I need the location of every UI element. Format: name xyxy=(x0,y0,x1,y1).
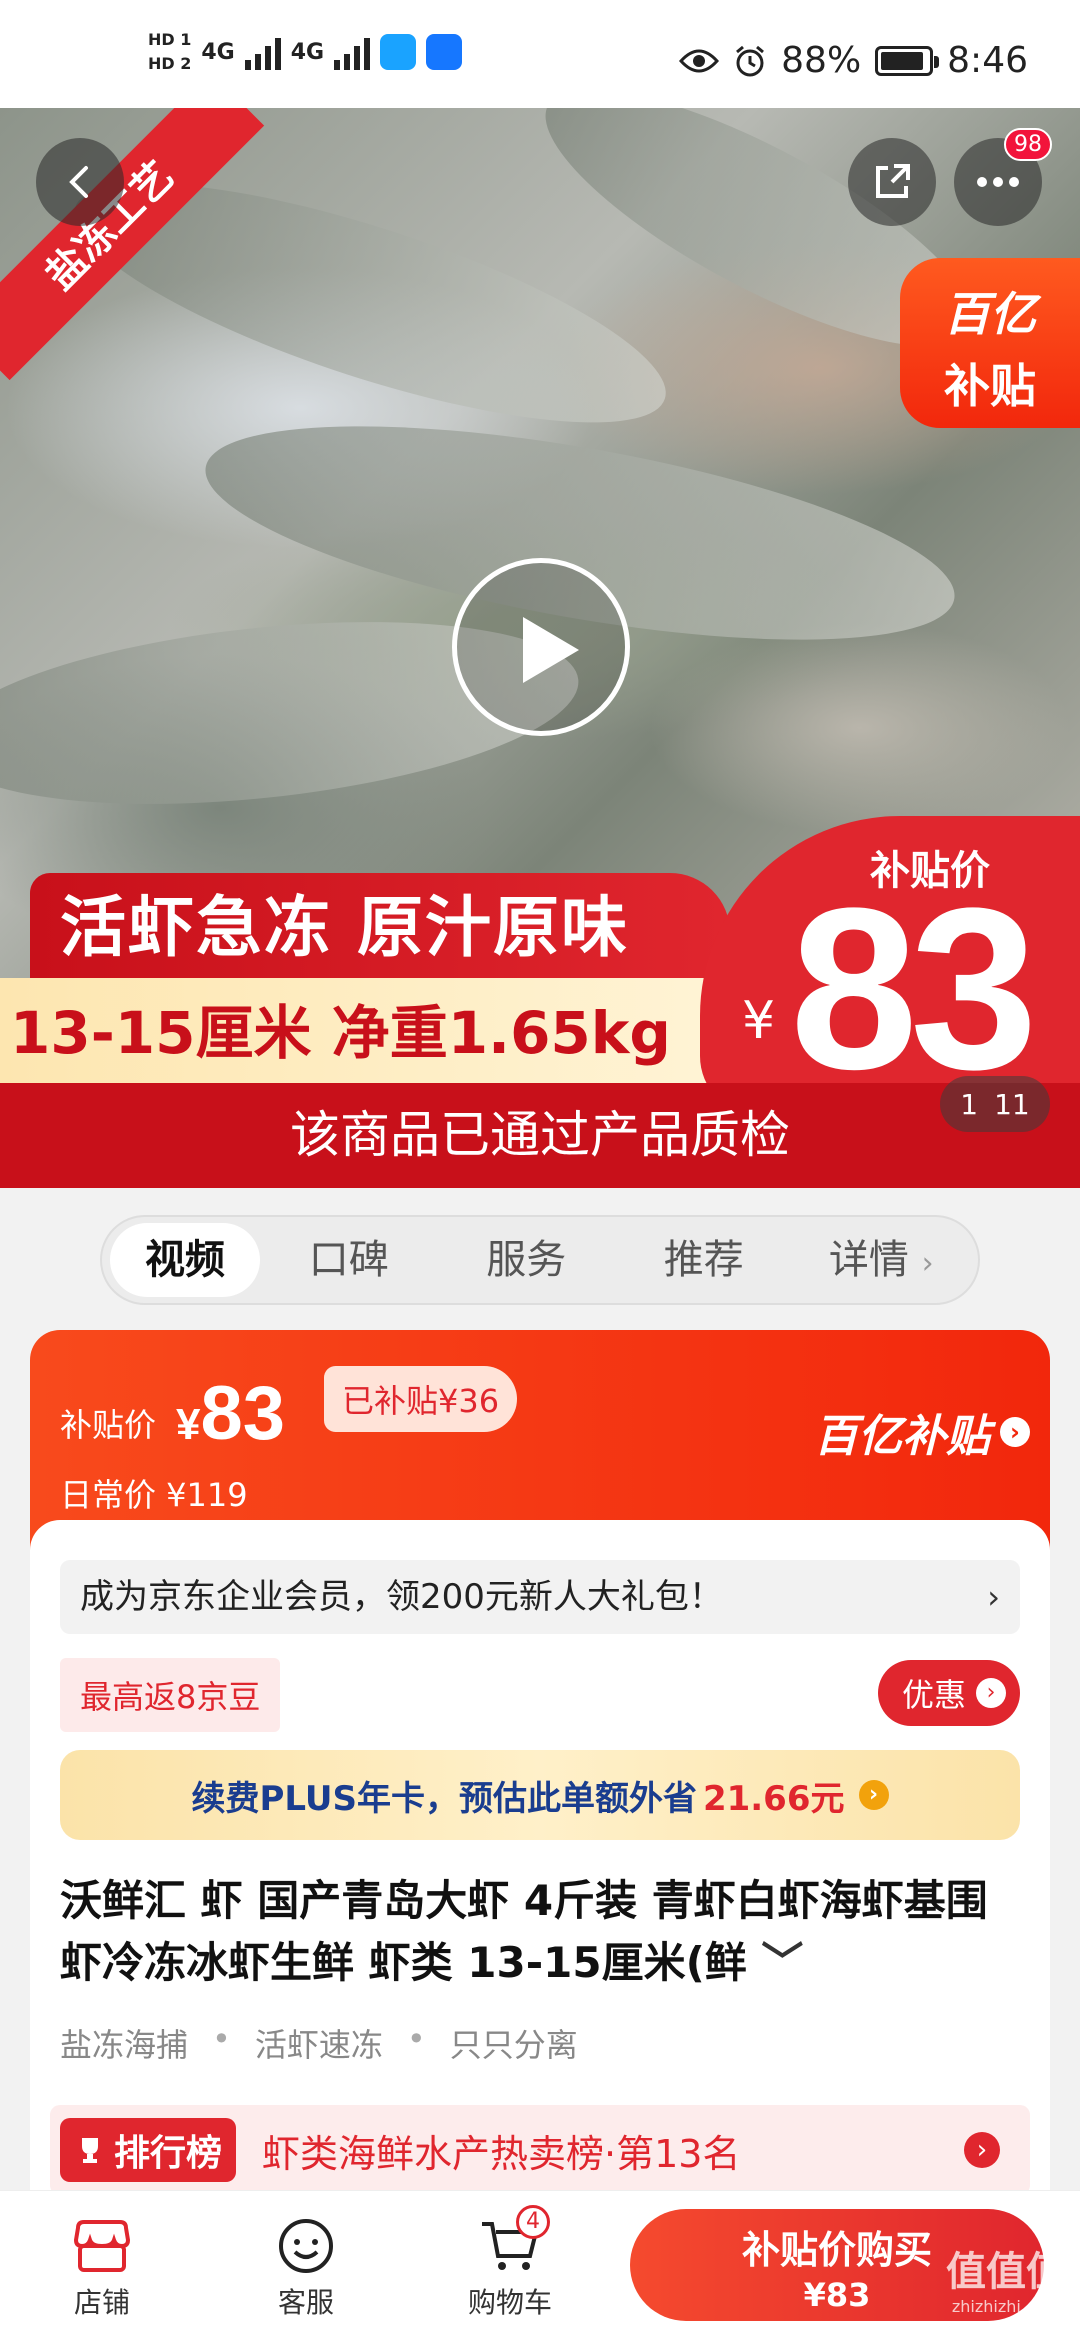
pager-current: 1 xyxy=(960,1087,979,1121)
more-menu-button[interactable]: 98 xyxy=(954,128,1052,226)
notification-badge: 98 xyxy=(1004,128,1052,161)
more-dots-icon xyxy=(977,177,1019,187)
tab-video[interactable]: 视频 xyxy=(110,1223,260,1297)
tag-item: 只只分离 xyxy=(449,2026,578,2064)
tab-details[interactable]: 详情 › xyxy=(793,1223,971,1297)
watermark-main: 值值值 xyxy=(946,2249,1066,2295)
plus-text: 续费PLUS年卡，预估此单额外省 xyxy=(191,1778,697,1819)
alarm-icon xyxy=(736,45,765,76)
network1-label: 4G xyxy=(201,39,235,65)
ranking-text: 虾类海鲜水产热卖榜·第13名 xyxy=(262,2131,741,2176)
hero-price-badge: 补贴价 ¥ 83 xyxy=(700,816,1080,1117)
chevron-left-icon xyxy=(69,166,88,198)
banner-headline: 活虾急冻 原汁原味 xyxy=(30,873,730,983)
chevron-right-icon: › xyxy=(921,1246,934,1281)
play-video-button[interactable] xyxy=(452,558,630,736)
pager-total: 11 xyxy=(994,1087,1030,1121)
cart-count-badge: 4 xyxy=(516,2205,550,2239)
tab-details-label: 详情 xyxy=(828,1237,909,1283)
site-watermark: 值值值 zhizhizhi.com xyxy=(946,2239,1066,2316)
product-hero-image[interactable]: 盐冻工艺 98 百亿 补贴 活虾急冻 原汁原味 13-15厘米 净重1.65kg… xyxy=(0,108,1080,1188)
enterprise-text: 成为京东企业会员，领200元新人大礼包！ xyxy=(80,1577,723,1617)
quality-banner: 该商品已通过产品质检 xyxy=(0,1083,1080,1188)
ranking-badge-label: 排行榜 xyxy=(114,2133,223,2174)
tab-reviews[interactable]: 口碑 xyxy=(260,1223,438,1297)
clock: 8:46 xyxy=(947,40,1028,81)
hd1-label: HD 1 xyxy=(148,30,192,49)
hd-indicators: HD 1 HD 2 xyxy=(148,28,191,76)
service-label: 客服 xyxy=(277,2286,334,2319)
ranking-row[interactable]: 排行榜 虾类海鲜水产热卖榜·第13名 › xyxy=(50,2105,1030,2195)
network2-label: 4G xyxy=(290,39,325,65)
share-button[interactable] xyxy=(848,138,936,226)
eye-icon xyxy=(679,49,720,72)
chevron-right-icon: › xyxy=(964,2132,1000,2168)
image-pager: 1 11 xyxy=(940,1076,1050,1132)
signal2-icon xyxy=(334,34,371,70)
status-right: 88% 8:46 xyxy=(679,40,1028,81)
subsidy-tag-line1: 百亿 xyxy=(944,287,1036,341)
battery-icon xyxy=(875,45,940,76)
subsidy-brand-link[interactable]: 百亿补贴 › xyxy=(814,1400,1030,1464)
chat-face-icon xyxy=(246,2211,366,2281)
section-tabs: 视频 口碑 服务 推荐 详情 › xyxy=(100,1215,980,1305)
tag-separator: • xyxy=(406,2020,426,2058)
play-icon xyxy=(523,617,579,683)
subsidy-price: ¥83 xyxy=(176,1370,285,1457)
watermark-sub: zhizhizhi.com xyxy=(951,2297,1061,2316)
coupon-button[interactable]: 优惠 › xyxy=(877,1660,1020,1726)
alipay-app-icon xyxy=(426,34,463,70)
subsidy-price-value: 83 xyxy=(200,1371,286,1456)
back-button[interactable] xyxy=(36,138,124,226)
ranking-badge: 排行榜 xyxy=(60,2118,237,2182)
banner-spec: 13-15厘米 净重1.65kg xyxy=(0,978,740,1088)
store-icon xyxy=(42,2211,162,2281)
hd2-label: HD 2 xyxy=(148,54,192,73)
daily-price: 日常价 ¥119 xyxy=(60,1476,248,1514)
tag-separator: • xyxy=(212,2020,231,2058)
subsidy-tag: 百亿 补贴 xyxy=(900,258,1080,428)
tab-service[interactable]: 服务 xyxy=(438,1223,616,1297)
chevron-right-icon: › xyxy=(987,1578,1000,1616)
status-left: HD 1 HD 2 4G 4G xyxy=(148,28,463,76)
product-tags: 盐冻海捕 • 活虾速冻 • 只只分离 xyxy=(60,2020,578,2066)
plus-amount: 21.66元 xyxy=(702,1778,845,1819)
subsidy-tag-line2: 补贴 xyxy=(944,359,1036,413)
share-icon xyxy=(876,164,910,198)
tab-recommend[interactable]: 推荐 xyxy=(615,1223,793,1297)
hero-price-currency: ¥ xyxy=(742,991,776,1051)
product-title[interactable]: 沃鲜汇 虾 国产青岛大虾 4斤装 青虾白虾海虾基围虾冷冻冰虾生鲜 虾类 13-1… xyxy=(60,1870,1020,1994)
subsidy-brand-label: 百亿补贴 xyxy=(814,1411,990,1462)
status-bar: HD 1 HD 2 4G 4G 88% 8:46 xyxy=(0,0,1080,108)
chevron-right-icon: › xyxy=(1000,1417,1030,1447)
saved-amount-badge: 已补贴¥36 xyxy=(324,1366,518,1432)
subsidy-currency: ¥ xyxy=(176,1400,201,1449)
store-button[interactable]: 店铺 xyxy=(42,2211,162,2321)
signal1-icon xyxy=(244,34,281,70)
enterprise-member-banner[interactable]: 成为京东企业会员，领200元新人大礼包！ › xyxy=(60,1560,1020,1634)
tag-item: 盐冻海捕 xyxy=(60,2026,189,2064)
chevron-right-icon: › xyxy=(976,1678,1006,1708)
store-label: 店铺 xyxy=(73,2286,130,2319)
cart-button[interactable]: 4 购物车 xyxy=(450,2205,570,2321)
customer-service-button[interactable]: 客服 xyxy=(246,2211,366,2321)
plus-renewal-banner[interactable]: 续费PLUS年卡，预估此单额外省 21.66元 › xyxy=(60,1750,1020,1840)
coupon-label: 优惠 xyxy=(901,1676,966,1714)
expand-chevron-icon[interactable]: ﹀ xyxy=(761,1938,803,1987)
cart-icon: 4 xyxy=(450,2205,570,2281)
bottom-action-bar: 店铺 客服 4 购物车 补贴价购买 ¥83 值值值 zhizhizhi.com xyxy=(0,2190,1080,2340)
product-title-text: 沃鲜汇 虾 国产青岛大虾 4斤装 青虾白虾海虾基围虾冷冻冰虾生鲜 虾类 13-1… xyxy=(60,1876,988,1987)
subsidy-price-label: 补贴价 xyxy=(60,1406,157,1444)
product-details-card: 成为京东企业会员，领200元新人大礼包！ › 最高返8京豆 优惠 › 续费PLU… xyxy=(30,1520,1050,2260)
jd-bean-badge: 最高返8京豆 xyxy=(60,1658,281,1732)
cart-label: 购物车 xyxy=(467,2286,552,2319)
chevron-right-icon: › xyxy=(858,1780,889,1810)
search-app-icon xyxy=(380,34,417,70)
trophy-icon xyxy=(82,2138,98,2163)
battery-percent: 88% xyxy=(781,40,862,81)
tag-item: 活虾速冻 xyxy=(254,2026,383,2064)
